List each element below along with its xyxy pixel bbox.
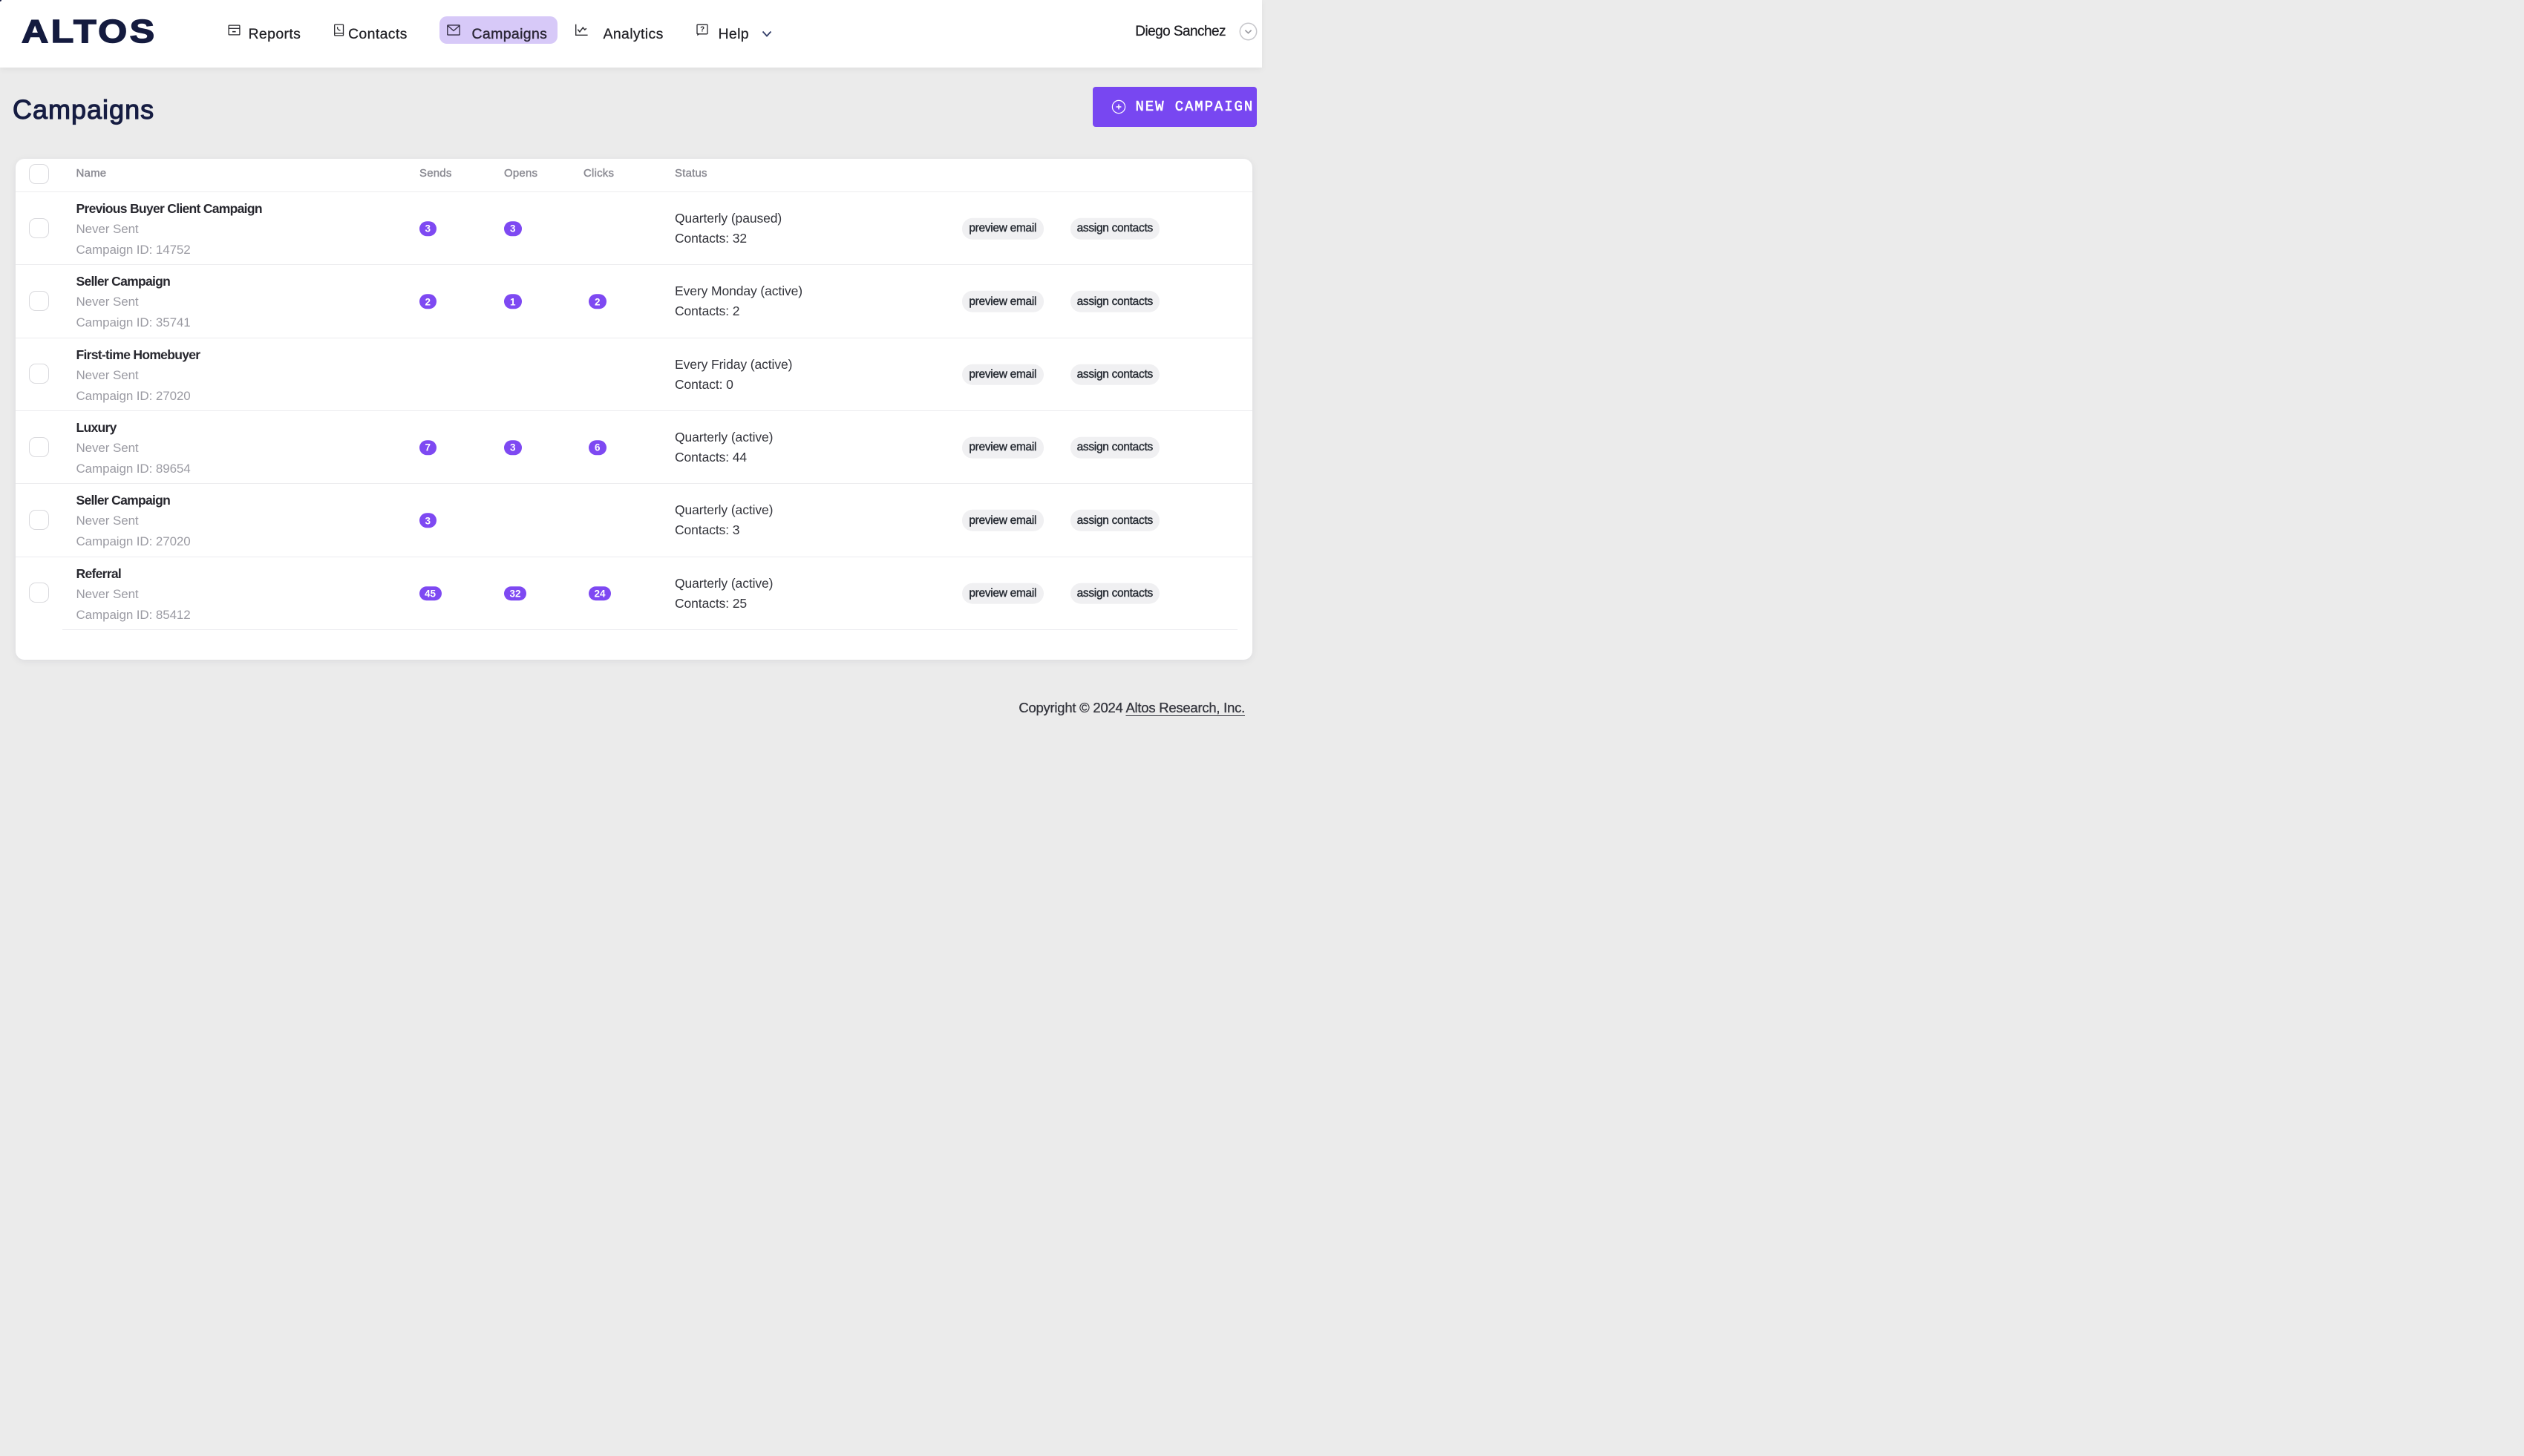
svg-text:?: ? bbox=[700, 25, 704, 33]
